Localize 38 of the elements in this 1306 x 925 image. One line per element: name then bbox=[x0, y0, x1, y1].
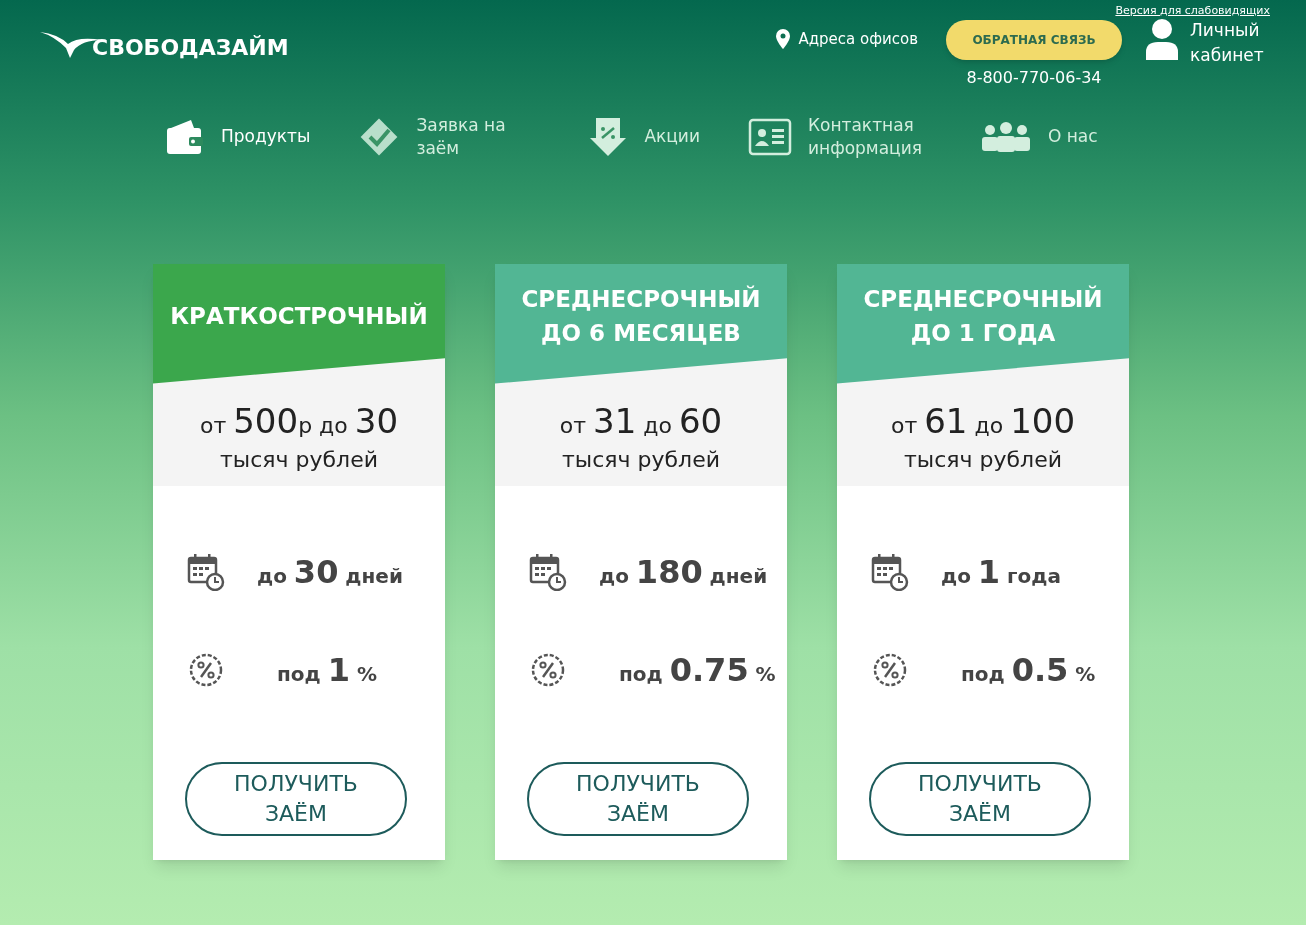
loan-term: до 1 года bbox=[941, 551, 1061, 593]
personal-account-link[interactable]: Личный кабинет bbox=[1190, 17, 1266, 68]
amount-range: от 31 до 60 bbox=[559, 399, 723, 443]
amount-range: от 500р до 30 bbox=[199, 399, 399, 443]
get-loan-button[interactable]: ПОЛУЧИТЬ ЗАЁМ bbox=[185, 761, 407, 836]
accessibility-link[interactable]: Версия для слабовидящих bbox=[1115, 3, 1270, 20]
amount-unit: тысяч рублей bbox=[562, 445, 720, 474]
id-card-icon bbox=[747, 117, 792, 156]
get-loan-button[interactable]: ПОЛУЧИТЬ ЗАЁМ bbox=[869, 761, 1091, 836]
amount-unit: тысяч рублей bbox=[220, 445, 378, 474]
wallet-icon bbox=[165, 117, 205, 156]
amount-range: от 61 до 100 bbox=[890, 399, 1076, 443]
discount-tag-icon bbox=[588, 115, 629, 158]
interest-rate: под 0.5 % bbox=[961, 649, 1096, 691]
card-title: КРАТКОСТРОЧНЫЙ bbox=[170, 301, 428, 331]
phone-number: 8-800-770-06-34 bbox=[966, 66, 1102, 89]
nav-item[interactable]: О нас bbox=[979, 120, 1098, 153]
interest-rate: под 1 % bbox=[277, 649, 377, 691]
nav-item[interactable]: Заявка на заём bbox=[358, 113, 541, 160]
calendar-clock-icon bbox=[871, 552, 909, 591]
callback-button[interactable]: ОБРАТНАЯ СВЯЗЬ bbox=[946, 19, 1122, 60]
nav-item[interactable]: Продукты bbox=[165, 117, 311, 156]
logo-text: СВОБОДАЗАЙМ bbox=[92, 33, 289, 62]
loan-term: до 180 дней bbox=[599, 551, 768, 593]
card-title: СРЕДНЕСРОЧНЫЙ ДО 1 ГОДА bbox=[862, 284, 1104, 348]
user-icon bbox=[1146, 17, 1178, 60]
interest-rate: под 0.75 % bbox=[619, 649, 776, 691]
loan-term: до 30 дней bbox=[257, 551, 403, 593]
calendar-clock-icon bbox=[529, 552, 567, 591]
calendar-clock-icon bbox=[187, 552, 225, 591]
amount-unit: тысяч рублей bbox=[904, 445, 1062, 474]
location-pin-icon bbox=[776, 28, 791, 49]
nav-item[interactable]: Контактная информация bbox=[747, 113, 932, 160]
office-addresses-link[interactable]: Адреса офисов bbox=[798, 27, 918, 50]
people-icon bbox=[979, 120, 1032, 153]
card-title: СРЕДНЕСРОЧНЫЙ ДО 6 МЕСЯЦЕВ bbox=[520, 284, 762, 348]
get-loan-button[interactable]: ПОЛУЧИТЬ ЗАЁМ bbox=[527, 761, 749, 836]
nav-item[interactable]: Акции bbox=[588, 115, 700, 158]
